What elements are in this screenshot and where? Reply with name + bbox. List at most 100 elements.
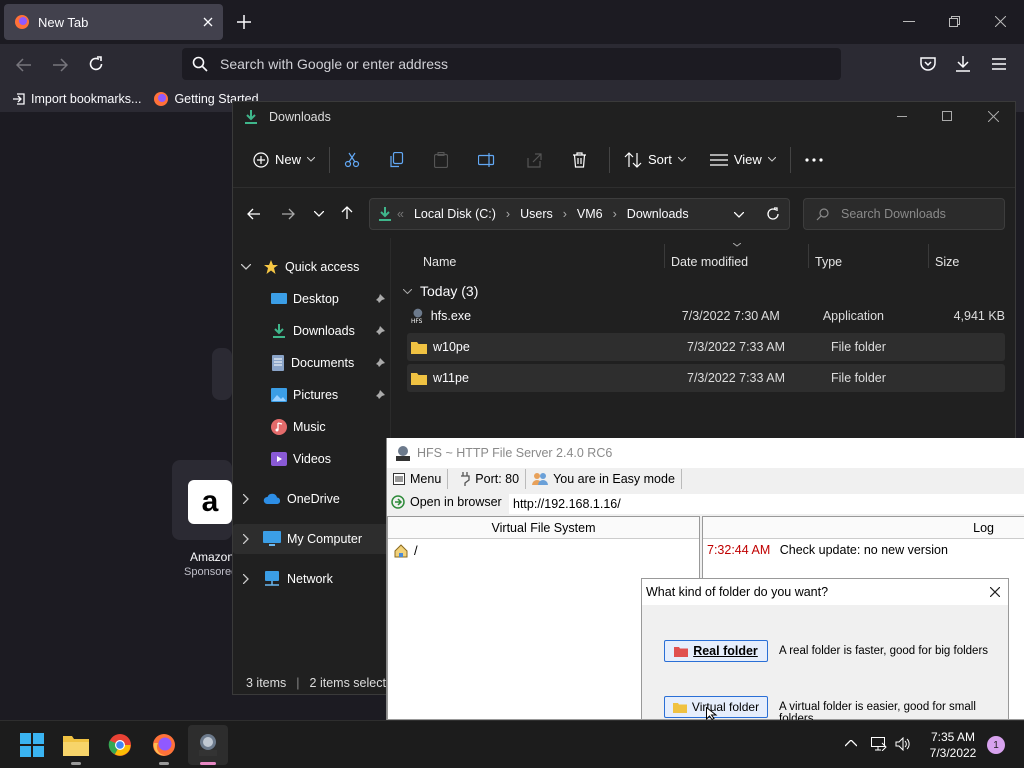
status-item-count: 3 items [246,676,287,690]
system-clock[interactable]: 7:35 AM 7/3/2022 [918,729,988,761]
pocket-icon[interactable] [919,56,937,72]
copy-button[interactable] [382,142,412,178]
nav-quick-access[interactable]: Quick access [233,252,389,282]
nav-downloads[interactable]: Downloads [233,316,389,346]
chevron-down-icon [307,157,316,162]
nav-desktop[interactable]: Desktop [233,284,389,314]
taskbar-chrome[interactable] [100,725,140,765]
hfs-toolbar: Menu Port: 80 You are in Easy mode [387,468,1024,490]
nav-documents[interactable]: Documents [233,348,389,378]
nav-my-computer[interactable]: My Computer [233,524,389,554]
back-arrow-icon[interactable] [247,208,261,220]
folder-type-dialog: What kind of folder do you want? Real fo… [641,578,1009,725]
search-tile-fragment [212,348,232,400]
overflow-chevron[interactable]: « [397,207,404,221]
column-size[interactable]: Size [935,246,959,278]
chevron-up-icon[interactable] [845,740,857,747]
hfs-menu-button[interactable]: Menu [387,469,449,489]
up-arrow-icon[interactable] [341,206,353,220]
forward-icon[interactable] [52,58,68,72]
address-dropdown-icon[interactable] [734,212,744,218]
open-in-browser-button[interactable]: Open in browser [391,495,502,509]
column-type[interactable]: Type [815,246,842,278]
pin-icon[interactable] [375,294,385,304]
rename-button[interactable] [470,142,504,178]
share-button[interactable] [518,142,550,178]
more-options-button[interactable] [797,142,831,178]
paste-button[interactable] [426,142,456,178]
separator [329,146,331,173]
mouse-cursor-icon [706,707,718,720]
nav-music[interactable]: Music [233,412,389,442]
yellow-folder-icon [672,702,687,713]
minimize-icon[interactable] [903,21,915,23]
amazon-shortcut[interactable]: a [172,460,232,540]
new-button[interactable]: New [245,142,323,178]
pin-icon[interactable] [375,358,385,368]
taskbar-hfs[interactable] [188,725,228,765]
address-bar[interactable]: « Local Disk (C:) › Users › VM6 › Downlo… [369,198,790,230]
network-status-icon[interactable] [871,737,887,751]
url-bar[interactable]: Search with Google or enter address [182,48,841,80]
file-row-w10pe[interactable]: w10pe 7/3/2022 7:33 AM File folder [407,333,1005,361]
back-icon[interactable] [16,58,32,72]
chevron-right-icon [243,534,249,544]
hfs-url-field[interactable]: http://192.168.1.16/ [509,494,1024,514]
browser-tab[interactable]: New Tab [4,4,223,40]
breadcrumb-drive[interactable]: Local Disk (C:) [414,207,496,221]
plug-icon [461,472,470,486]
downloads-icon[interactable] [955,55,971,73]
amazon-sponsored: Sponsored [184,566,238,578]
start-button[interactable] [12,725,52,765]
pin-icon[interactable] [375,326,385,336]
column-date-modified[interactable]: Date modified [671,246,748,278]
nav-onedrive[interactable]: OneDrive [233,484,389,514]
maximize-icon[interactable] [942,111,952,121]
close-window-icon[interactable] [995,16,1006,27]
recent-locations-icon[interactable] [314,211,324,217]
sort-icon [624,151,642,168]
pin-icon[interactable] [375,390,385,400]
forward-arrow-icon[interactable] [281,208,295,220]
nav-videos[interactable]: Videos [233,444,389,474]
vfs-header: Virtual File System [388,517,699,539]
file-row-hfs[interactable]: HFS hfs.exe 7/3/2022 7:30 AM Application… [407,302,1005,330]
new-tab-icon[interactable] [237,15,251,29]
group-today[interactable]: Today (3) [403,278,478,304]
hfs-mode-button[interactable]: You are in Easy mode [526,469,682,489]
column-name[interactable]: Name [423,246,456,278]
breadcrumb-users[interactable]: Users [520,207,553,221]
nav-pictures[interactable]: Pictures [233,380,389,410]
search-downloads-input[interactable]: Search Downloads [803,198,1005,230]
notification-badge[interactable]: 1 [987,736,1005,754]
minimize-icon[interactable] [897,116,907,118]
taskbar-firefox[interactable] [144,725,184,765]
real-folder-button[interactable]: Real folder [664,640,768,662]
menu-icon[interactable] [992,58,1006,70]
vfs-root-item[interactable]: / [388,539,699,558]
close-icon[interactable] [990,587,1000,597]
delete-button[interactable] [564,142,595,178]
breadcrumb-downloads[interactable]: Downloads [627,207,689,221]
red-folder-icon [674,646,689,657]
reload-icon[interactable] [88,56,104,72]
bookmark-import[interactable]: Import bookmarks... [12,92,141,106]
browser-tab-bar: New Tab [0,0,1024,44]
nav-network[interactable]: Network [233,564,389,594]
active-indicator [200,762,216,765]
close-icon[interactable] [988,111,999,122]
volume-icon[interactable] [895,737,911,751]
close-tab-icon[interactable] [203,17,213,27]
chevron-down-icon [677,157,686,162]
hfs-port-button[interactable]: Port: 80 [454,469,527,489]
dialog-title: What kind of folder do you want? [642,579,1008,605]
refresh-icon[interactable] [766,207,780,221]
view-button[interactable]: View [702,142,784,178]
breadcrumb-vm6[interactable]: VM6 [577,207,603,221]
file-row-w11pe[interactable]: w11pe 7/3/2022 7:33 AM File folder [407,364,1005,392]
cut-button[interactable] [336,142,368,178]
videos-icon [271,452,287,466]
taskbar-file-explorer[interactable] [56,725,96,765]
sort-button[interactable]: Sort [616,142,694,178]
restore-icon[interactable] [949,16,960,27]
